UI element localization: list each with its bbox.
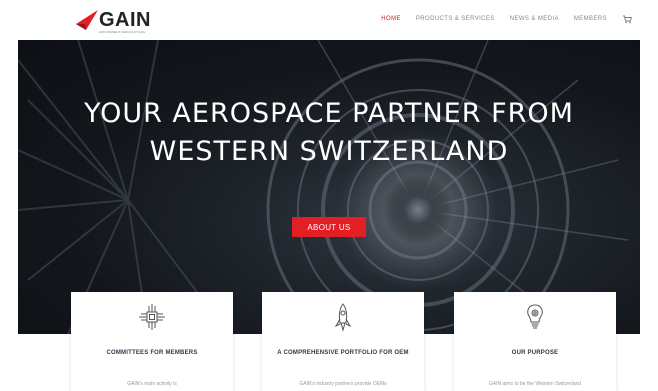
card-purpose[interactable]: OUR PURPOSE GAIN aims to be the Western … bbox=[454, 292, 616, 391]
rocket-icon bbox=[334, 303, 352, 332]
card-text: GAIN's industry partners provide OEMs bbox=[299, 381, 387, 387]
logo-text: GAIN bbox=[99, 8, 151, 31]
card-title: OUR PURPOSE bbox=[511, 350, 559, 356]
nav-item-members[interactable]: MEMBERS bbox=[574, 16, 607, 22]
cart-icon[interactable] bbox=[622, 14, 632, 24]
main-nav: HOME PRODUCTS & SERVICES NEWS & MEDIA ME… bbox=[381, 14, 632, 24]
card-committees[interactable]: COMMITTEES FOR MEMBERS GAIN's main activ… bbox=[71, 292, 233, 391]
hero-title-line1: YOUR AEROSPACE PARTNER FROM bbox=[84, 98, 574, 129]
card-text: GAIN aims to be the Western Switzerland bbox=[488, 381, 582, 387]
card-title: COMMITTEES FOR MEMBERS bbox=[106, 350, 198, 356]
nav-item-products-services[interactable]: PRODUCTS & SERVICES bbox=[416, 16, 495, 22]
card-text: GAIN's main activity is bbox=[127, 381, 177, 387]
hero-banner: YOUR AEROSPACE PARTNER FROM WESTERN SWIT… bbox=[18, 40, 640, 334]
hero-title-line2: WESTERN SWITZERLAND bbox=[149, 136, 509, 167]
lightbulb-gear-icon bbox=[527, 304, 543, 329]
logo[interactable]: GAIN GROUPEMENT AERONAUTIQUE bbox=[76, 8, 151, 34]
about-us-button[interactable]: ABOUT US bbox=[292, 217, 366, 237]
circuit-chip-icon bbox=[139, 304, 165, 330]
card-portfolio[interactable]: A COMPREHENSIVE PORTFOLIO FOR OEM GAIN's… bbox=[262, 292, 424, 391]
red-wing-icon bbox=[76, 10, 98, 30]
site-header: GAIN GROUPEMENT AERONAUTIQUE HOME PRODUC… bbox=[0, 0, 658, 40]
nav-item-news-media[interactable]: NEWS & MEDIA bbox=[510, 16, 559, 22]
logo-tagline: GROUPEMENT AERONAUTIQUE bbox=[99, 30, 146, 34]
card-title: A COMPREHENSIVE PORTFOLIO FOR OEM bbox=[277, 350, 409, 356]
nav-item-home[interactable]: HOME bbox=[381, 16, 401, 22]
jet-engine-image bbox=[18, 40, 640, 334]
